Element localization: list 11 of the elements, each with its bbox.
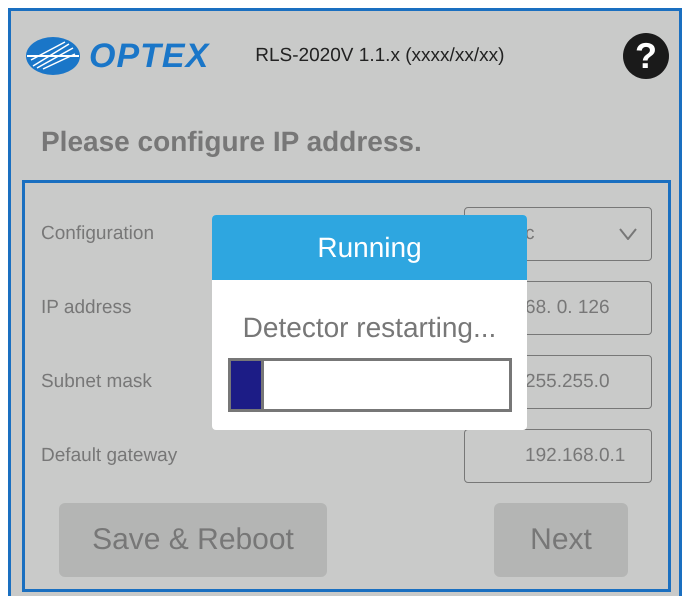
chevron-down-icon [619,228,637,240]
page-title: Please configure IP address. [41,126,423,158]
field-label: Subnet mask [41,371,152,393]
field-label: Configuration [41,223,154,245]
field-label: Default gateway [41,445,178,467]
dialog-title: Running [212,215,527,280]
field-label: IP address [41,297,132,319]
logo-text: OPTEX [89,36,210,76]
version-text: RLS-2020V 1.1.x (xxxx/xx/xx) [255,45,504,67]
globe-icon [25,36,81,76]
help-button[interactable]: ? [623,33,669,79]
